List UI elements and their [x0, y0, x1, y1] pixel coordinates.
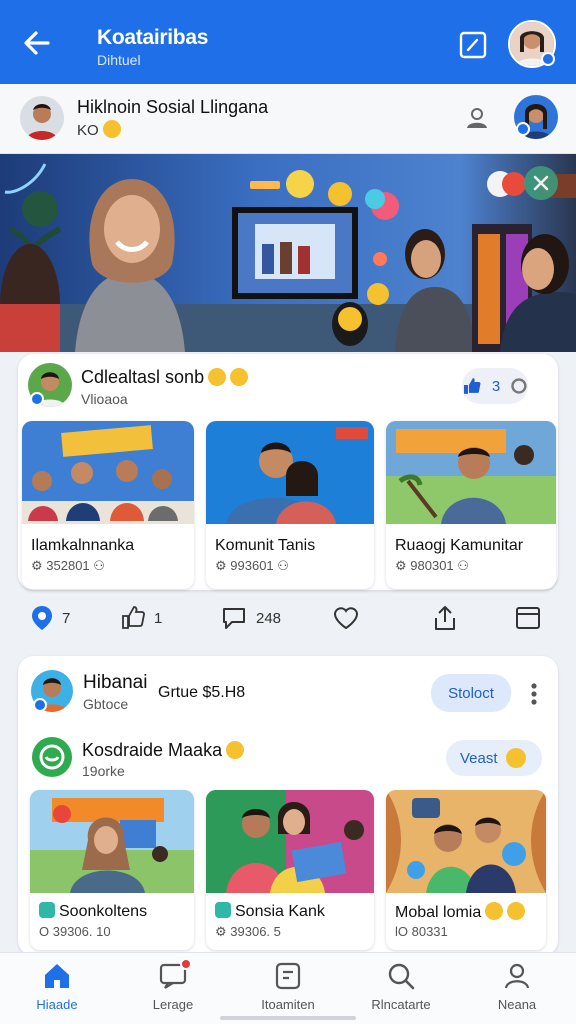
- tile-title: Sonsia Kank: [215, 902, 325, 921]
- verified-badge-icon: [516, 122, 530, 136]
- smile-emoji-icon: [102, 120, 121, 138]
- smile-emoji-icon: [230, 368, 249, 386]
- share-action[interactable]: [432, 600, 458, 636]
- nav-documents-label: Itoamiten: [261, 997, 315, 1012]
- tile-title: Ruaogj Kamunitar: [395, 537, 524, 554]
- home-indicator: [220, 1016, 356, 1020]
- tile-stats: lO 80331: [395, 924, 448, 939]
- tile-stats: O 39306. 10: [39, 924, 111, 939]
- location-action[interactable]: 7: [30, 600, 70, 636]
- post-caption: Grtue $5.H8: [158, 684, 246, 701]
- like-count: 1: [154, 609, 163, 627]
- community-tile[interactable]: Komunit Tanis ⚙ 993601 ⚇: [206, 421, 374, 589]
- nav-messages[interactable]: Lerage: [123, 958, 223, 1021]
- app-icon: [39, 902, 55, 918]
- bottom-nav: Hiaade Lerage Itoamiten Rlncatarte Neana: [0, 952, 576, 1024]
- edit-icon[interactable]: [459, 31, 487, 59]
- tile-title: Komunit Tanis: [215, 537, 316, 554]
- comment-action[interactable]: 248: [220, 600, 281, 636]
- smile-emoji-icon: [507, 902, 526, 920]
- nav-search-label: Rlncatarte: [371, 997, 431, 1012]
- favorite-action[interactable]: [332, 600, 360, 636]
- heart-icon: [333, 607, 359, 630]
- comment-icon: [223, 608, 245, 629]
- more-options-icon[interactable]: [526, 680, 542, 708]
- location-pin-icon: [32, 606, 52, 630]
- post-subtext: Vlioaoa: [81, 391, 128, 407]
- profile-icon: [504, 963, 530, 989]
- app-header: Koatairibas Dihtuel: [0, 0, 576, 84]
- verified-badge-icon: [33, 698, 47, 712]
- follow-button[interactable]: Stoloct: [431, 674, 511, 712]
- community-tile[interactable]: Sonsia Kank ⚙ 39306. 5: [206, 790, 374, 950]
- profile-avatar[interactable]: [20, 96, 64, 140]
- share-icon: [435, 606, 455, 630]
- tile-image: [386, 421, 556, 524]
- like-action[interactable]: 1: [120, 600, 162, 636]
- archive-icon: [516, 607, 540, 629]
- nav-documents[interactable]: Itoamiten: [238, 961, 338, 1021]
- smile-emoji-icon: [485, 902, 504, 920]
- ring-icon: [511, 378, 527, 394]
- tile-image: [30, 790, 194, 893]
- group-icon[interactable]: [32, 737, 72, 777]
- app-icon: [215, 902, 231, 918]
- nav-home[interactable]: Hiaade: [7, 961, 107, 1021]
- verified-badge-icon: [30, 392, 44, 406]
- community-tile[interactable]: Soonkoltens O 39306. 10: [30, 790, 194, 950]
- thumbs-up-icon: [463, 378, 481, 394]
- nav-search[interactable]: Rlncatarte: [351, 961, 451, 1021]
- back-arrow-icon[interactable]: [20, 26, 54, 60]
- profile-name: Hiklnoin Sosial Llingana: [77, 97, 269, 117]
- home-icon: [45, 964, 69, 988]
- sub-post-title: Kosdraide Maaka: [82, 740, 245, 761]
- view-button[interactable]: Veast: [446, 740, 542, 776]
- verified-badge-icon: [541, 52, 555, 66]
- community-tile[interactable]: Ruaogj Kamunitar ⚙ 980301 ⚇: [386, 421, 556, 589]
- reaction-pill[interactable]: 3: [462, 368, 528, 404]
- tile-image: [206, 421, 374, 524]
- tile-stats: ⚙ 993601 ⚇: [215, 558, 289, 573]
- nav-messages-label: Lerage: [152, 997, 194, 1012]
- location-count: 7: [62, 609, 71, 627]
- tile-title: Soonkoltens: [39, 902, 147, 921]
- notification-badge: [180, 958, 192, 970]
- tile-image: [386, 790, 546, 893]
- header-subtitle: Dihtuel: [97, 52, 141, 68]
- thinking-emoji-icon: [226, 741, 245, 759]
- tile-stats: ⚙ 39306. 5: [215, 924, 281, 939]
- post-title: Cdlealtasl sonb: [81, 367, 249, 388]
- document-icon: [275, 962, 301, 990]
- reaction-count: 3: [491, 377, 501, 395]
- post-action-bar: 7 1 248: [0, 594, 576, 644]
- tile-title: Mobal lomia: [395, 902, 526, 922]
- post-subtext: Gbtoce: [83, 696, 129, 712]
- person-icon[interactable]: [464, 105, 490, 131]
- tile-image: [22, 421, 194, 524]
- sub-post-subtext: 19orke: [82, 763, 125, 779]
- community-tile[interactable]: Mobal lomia lO 80331: [386, 790, 546, 950]
- hero-banner-image: [0, 154, 576, 352]
- community-tile[interactable]: Ilamkalnnanka ⚙ 352801 ⚇: [22, 421, 194, 589]
- header-title: Koatairibas: [97, 26, 209, 49]
- post-title: Hibanai: [83, 672, 148, 693]
- search-icon: [388, 963, 415, 990]
- nav-home-label: Hiaade: [36, 997, 78, 1012]
- profile-subtext: KO: [77, 120, 121, 139]
- nav-profile-label: Neana: [497, 997, 537, 1012]
- tile-image: [206, 790, 374, 893]
- emoji-icon: [505, 748, 526, 768]
- close-icon[interactable]: [524, 166, 558, 200]
- message-icon: [158, 958, 192, 991]
- tile-stats: ⚙ 980301 ⚇: [395, 558, 469, 573]
- thumbs-up-icon: [122, 606, 145, 629]
- wink-emoji-icon: [208, 368, 227, 386]
- tile-stats: ⚙ 352801 ⚇: [31, 558, 105, 573]
- save-action[interactable]: [514, 600, 542, 636]
- nav-profile[interactable]: Neana: [467, 961, 567, 1021]
- comment-count: 248: [256, 609, 282, 627]
- tile-title: Ilamkalnnanka: [31, 537, 135, 554]
